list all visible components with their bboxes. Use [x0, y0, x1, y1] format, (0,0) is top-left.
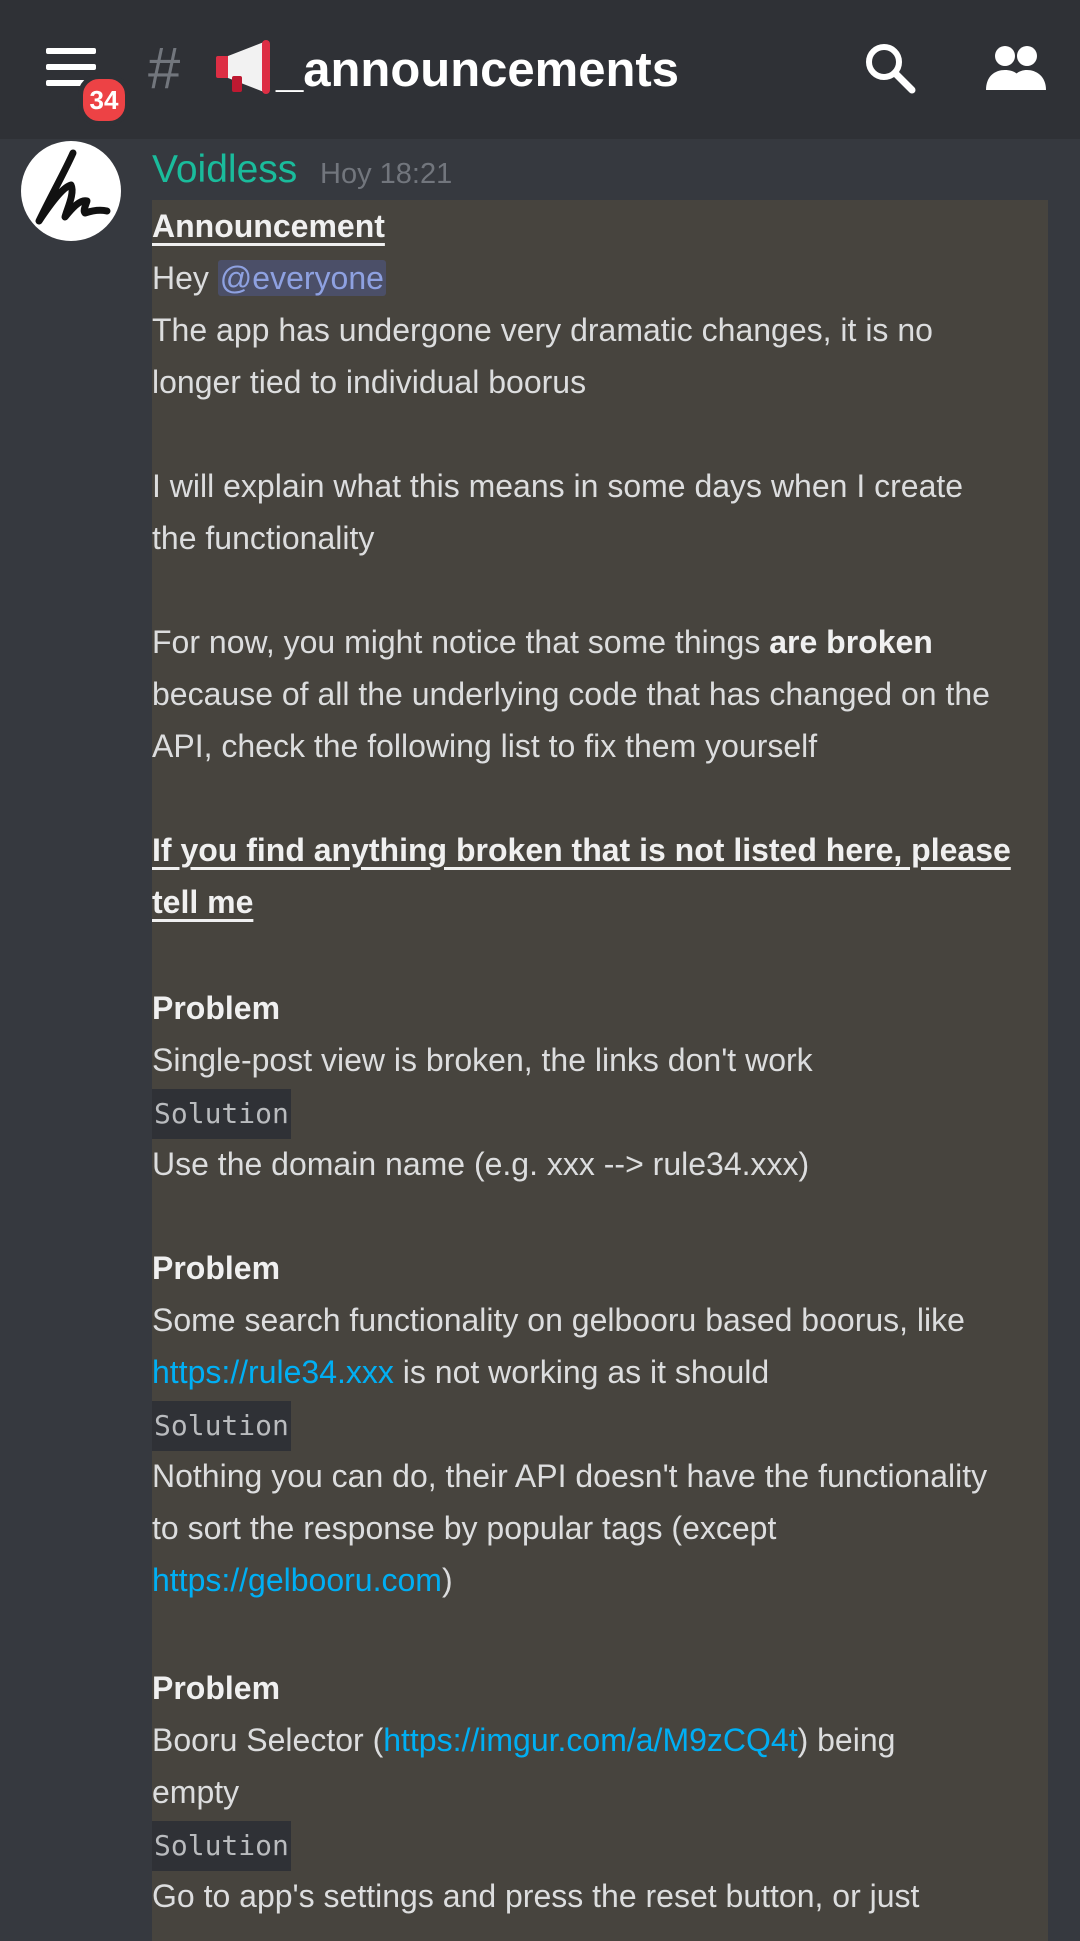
gelbooru-link[interactable]: https://gelbooru.com [152, 1562, 442, 1598]
notice-line: tell me [152, 884, 254, 920]
problem-text: Some search functionality on gelbooru ba… [152, 1302, 965, 1338]
megaphone-icon [216, 40, 270, 94]
message-timestamp: Hoy 18:21 [320, 158, 453, 190]
greeting-line: Hey @everyone [152, 252, 386, 304]
solution-line: Solution [152, 1818, 291, 1871]
members-icon[interactable] [984, 44, 1048, 94]
channel-header: 34 # _announcements [0, 0, 1080, 139]
paragraph-line: The app has undergone very dramatic chan… [152, 312, 933, 348]
solution-text: Use the domain name (e.g. xxx --> rule34… [152, 1146, 810, 1182]
para3-bold: are broken [769, 624, 933, 660]
notice-line: If you find anything broken that is not … [152, 832, 1011, 868]
problem-label: Problem [152, 1250, 281, 1286]
message-content: Announcement Hey @everyone The app has u… [152, 200, 1048, 1941]
problem-text: Single-post view is broken, the links do… [152, 1042, 813, 1078]
problem-text: https://rule34.xxx is not working as it … [152, 1346, 769, 1398]
solution-code-label: Solution [152, 1401, 291, 1451]
problem-text-tail: is not working as it should [393, 1354, 770, 1390]
paragraph-line: I will explain what this means in some d… [152, 468, 964, 504]
problem-label: Problem [152, 1670, 281, 1706]
channel-hash-icon: # [148, 36, 181, 101]
solution-code-label: Solution [152, 1089, 291, 1139]
unread-badge: 34 [78, 74, 130, 126]
paragraph-line: longer tied to individual boorus [152, 364, 587, 400]
paragraph-line: API, check the following list to fix the… [152, 728, 818, 764]
avatar-signature-icon [35, 149, 111, 225]
announcement-title: Announcement [152, 208, 385, 244]
everyone-mention[interactable]: @everyone [217, 260, 386, 296]
solution-line: Solution [152, 1398, 291, 1451]
solution-text: Nothing you can do, their API doesn't ha… [152, 1458, 988, 1494]
greeting-text: Hey [152, 260, 218, 296]
solution-text: https://gelbooru.com) [152, 1554, 453, 1606]
author-name[interactable]: Voidless [152, 146, 297, 194]
solution-line: Solution [152, 1086, 291, 1139]
paragraph-line: because of all the underlying code that … [152, 676, 990, 712]
paragraph-line: For now, you might notice that some thin… [152, 616, 933, 668]
problem-label: Problem [152, 990, 281, 1026]
para3-text: For now, you might notice that some thin… [152, 624, 770, 660]
imgur-link[interactable]: https://imgur.com/a/M9zCQ4t [383, 1722, 797, 1758]
rule34-link[interactable]: https://rule34.xxx [152, 1354, 394, 1390]
problem-text: empty [152, 1774, 240, 1810]
problem-text-head: Booru Selector ( [152, 1722, 384, 1758]
problem-text: Booru Selector (https://imgur.com/a/M9zC… [152, 1714, 895, 1766]
solution-text: to sort the response by popular tags (ex… [152, 1510, 777, 1546]
channel-name: _announcements [276, 43, 679, 97]
author-avatar[interactable] [21, 141, 121, 241]
paragraph-line: the functionality [152, 520, 375, 556]
solution-text: Go to app's settings and press the reset… [152, 1878, 920, 1914]
solution-code-label: Solution [152, 1821, 291, 1871]
problem-text-tail: ) being [797, 1722, 896, 1758]
search-icon[interactable] [862, 40, 918, 96]
solution-text-tail: ) [441, 1562, 453, 1598]
